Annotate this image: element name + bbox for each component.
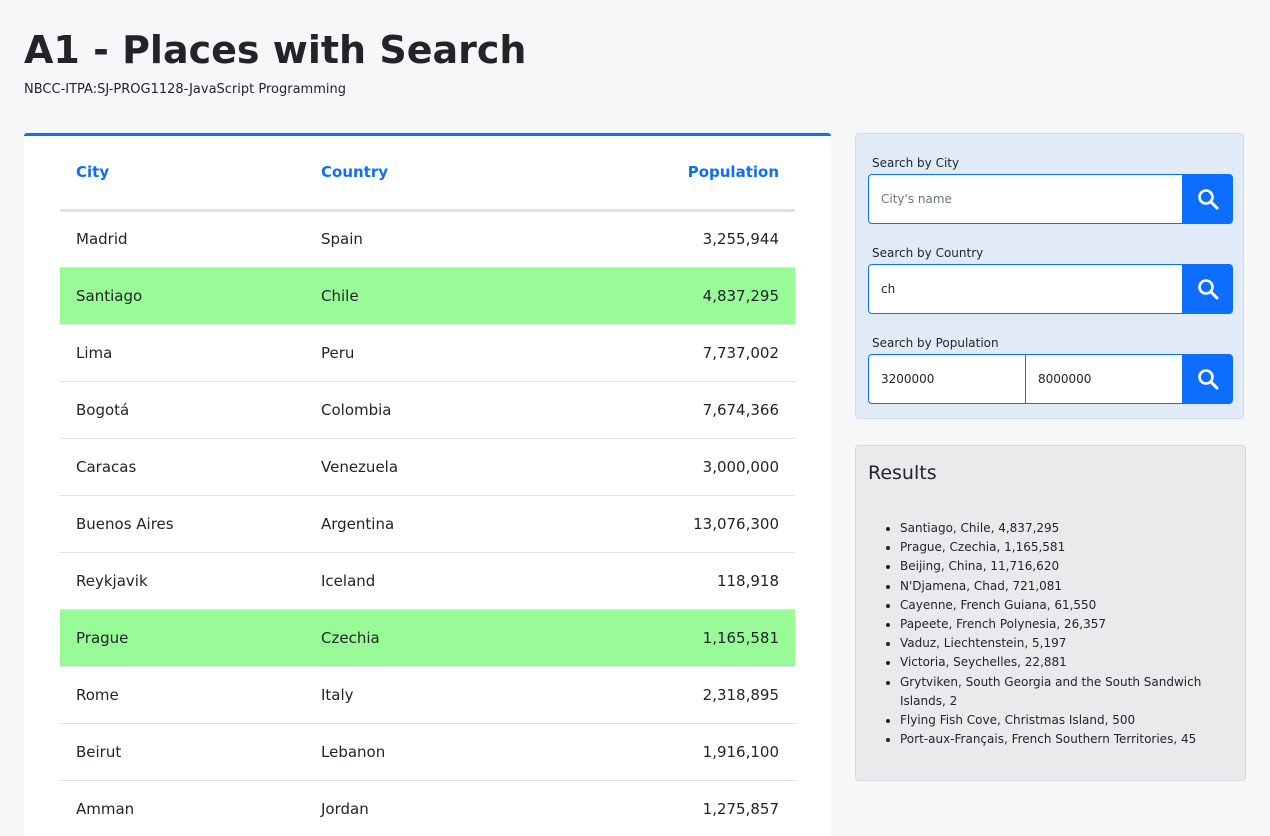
cell-population: 7,737,002: [550, 324, 795, 382]
column-header-country[interactable]: Country: [305, 136, 550, 212]
cell-population: 118,918: [550, 552, 795, 610]
cell-city: Buenos Aires: [60, 495, 305, 553]
results-list: Santiago, Chile, 4,837,295Prague, Czechi…: [868, 519, 1230, 749]
cell-country: Czechia: [305, 609, 550, 667]
table-row: Beirut Lebanon 1,916,100: [60, 723, 795, 781]
page-title: A1 - Places with Search: [24, 28, 527, 72]
cell-city: Rome: [60, 666, 305, 724]
search-icon: [1198, 279, 1219, 300]
places-table-card: City Country Population Madrid Spain 3,255…: [24, 133, 831, 836]
table-header-row: City Country Population: [60, 136, 795, 212]
cell-population: 13,076,300: [550, 495, 795, 553]
result-item: Victoria, Seychelles, 22,881: [900, 653, 1230, 672]
search-population-group: [868, 354, 1233, 404]
search-city-button[interactable]: [1183, 174, 1233, 224]
page-subtitle: NBCC-ITPA:SJ-PROG1128-JavaScript Program…: [24, 82, 346, 97]
results-card: Results Santiago, Chile, 4,837,295Prague…: [855, 445, 1246, 781]
result-item: Beijing, China, 11,716,620: [900, 557, 1230, 576]
result-item: Grytviken, South Georgia and the South S…: [900, 673, 1230, 711]
result-item: Santiago, Chile, 4,837,295: [900, 519, 1230, 538]
cell-city: Bogotá: [60, 381, 305, 439]
cell-city: Amman: [60, 780, 305, 836]
population-max-input[interactable]: [1026, 354, 1183, 404]
results-title: Results: [868, 462, 937, 484]
search-panel: Search by City Search by Country Search …: [855, 133, 1244, 419]
cell-city: Beirut: [60, 723, 305, 781]
search-country-group: [868, 264, 1233, 314]
result-item: N'Djamena, Chad, 721,081: [900, 577, 1230, 596]
search-population-label: Search by Population: [872, 336, 999, 350]
search-icon: [1198, 369, 1219, 390]
cell-country: Italy: [305, 666, 550, 724]
places-table: City Country Population Madrid Spain 3,255…: [60, 136, 795, 836]
cell-city: Reykjavik: [60, 552, 305, 610]
population-min-input[interactable]: [868, 354, 1026, 404]
search-country-button[interactable]: [1183, 264, 1233, 314]
cell-country: Chile: [305, 267, 550, 325]
cell-country: Iceland: [305, 552, 550, 610]
search-city-group: [868, 174, 1233, 224]
cell-population: 3,255,944: [550, 210, 795, 268]
table-row: Lima Peru 7,737,002: [60, 324, 795, 382]
search-icon: [1198, 189, 1219, 210]
result-item: Cayenne, French Guiana, 61,550: [900, 596, 1230, 615]
cell-country: Argentina: [305, 495, 550, 553]
cell-population: 7,674,366: [550, 381, 795, 439]
cell-population: 4,837,295: [550, 267, 795, 325]
cell-country: Colombia: [305, 381, 550, 439]
result-item: Flying Fish Cove, Christmas Island, 500: [900, 711, 1230, 730]
search-population-button[interactable]: [1183, 354, 1233, 404]
cell-city: Madrid: [60, 210, 305, 268]
table-row: Buenos Aires Argentina 13,076,300: [60, 495, 795, 553]
cell-country: Spain: [305, 210, 550, 268]
search-city-label: Search by City: [872, 156, 960, 170]
cell-country: Peru: [305, 324, 550, 382]
table-row: Santiago Chile 4,837,295: [60, 267, 795, 325]
table-row: Bogotá Colombia 7,674,366: [60, 381, 795, 439]
cell-country: Jordan: [305, 780, 550, 836]
result-item: Prague, Czechia, 1,165,581: [900, 538, 1230, 557]
cell-population: 2,318,895: [550, 666, 795, 724]
result-item: Vaduz, Liechtenstein, 5,197: [900, 634, 1230, 653]
cell-city: Prague: [60, 609, 305, 667]
cell-city: Lima: [60, 324, 305, 382]
search-city-input[interactable]: [868, 174, 1183, 224]
search-country-input[interactable]: [868, 264, 1183, 314]
cell-country: Venezuela: [305, 438, 550, 496]
table-row: Reykjavik Iceland 118,918: [60, 552, 795, 610]
result-item: Papeete, French Polynesia, 26,357: [900, 615, 1230, 634]
table-row: Caracas Venezuela 3,000,000: [60, 438, 795, 496]
cell-population: 1,165,581: [550, 609, 795, 667]
column-header-population[interactable]: Population: [550, 136, 795, 212]
cell-population: 1,916,100: [550, 723, 795, 781]
table-body: Madrid Spain 3,255,944 Santiago Chile 4,837,2…: [60, 210, 795, 836]
result-item: Port-aux-Français, French Southern Terri…: [900, 730, 1230, 749]
table-row: Amman Jordan 1,275,857: [60, 780, 795, 836]
cell-population: 3,000,000: [550, 438, 795, 496]
column-header-city[interactable]: City: [60, 136, 305, 212]
cell-population: 1,275,857: [550, 780, 795, 836]
search-country-label: Search by Country: [872, 246, 984, 260]
cell-country: Lebanon: [305, 723, 550, 781]
cell-city: Santiago: [60, 267, 305, 325]
table-row: Prague Czechia 1,165,581: [60, 609, 795, 667]
cell-city: Caracas: [60, 438, 305, 496]
table-row: Rome Italy 2,318,895: [60, 666, 795, 724]
table-row: Madrid Spain 3,255,944: [60, 210, 795, 268]
